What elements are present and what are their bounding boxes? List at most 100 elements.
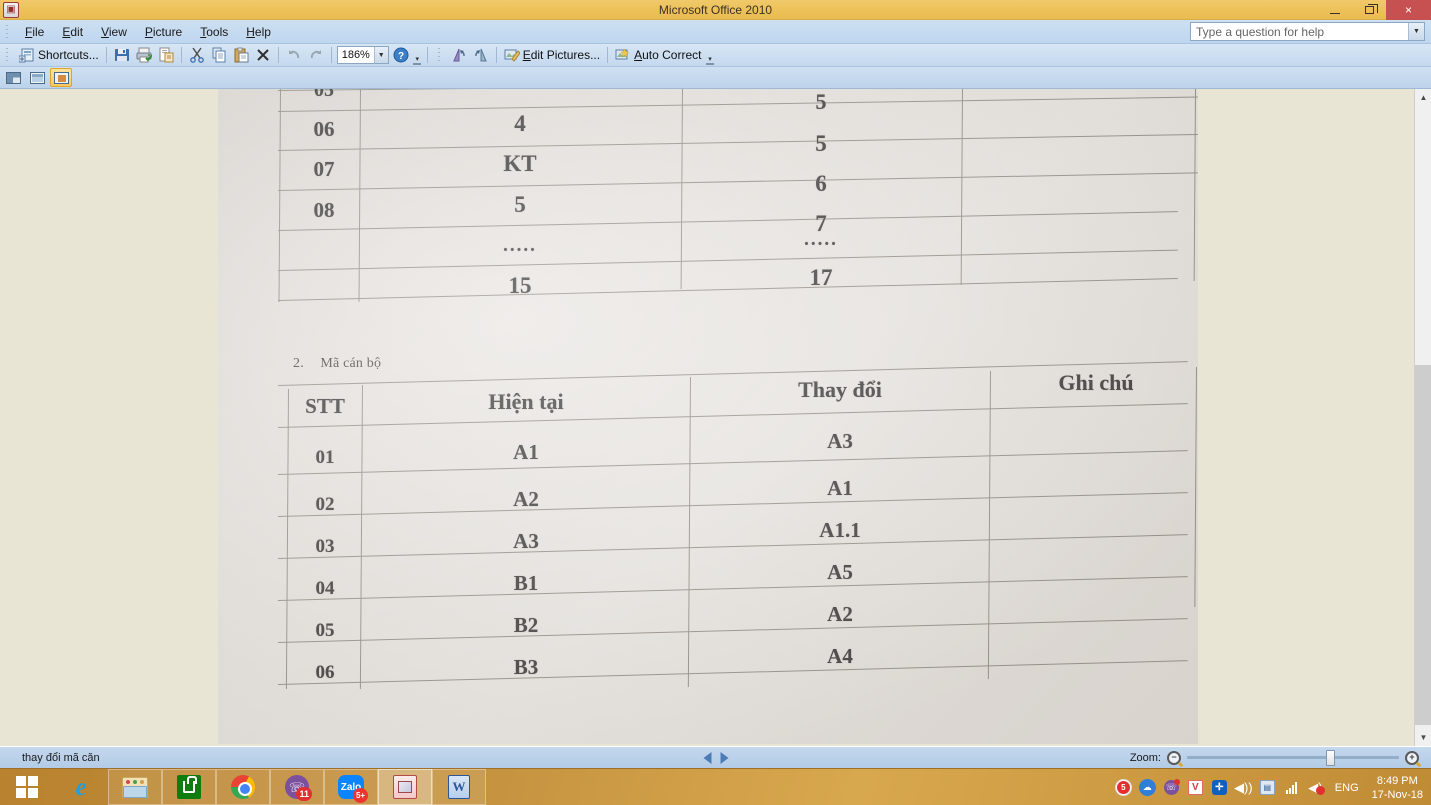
chevron-down-icon[interactable]: ▼ (373, 47, 388, 63)
tray-viber-icon[interactable]: ☏ (1163, 779, 1180, 796)
table-row: 6 (815, 171, 827, 196)
print-preview-button[interactable] (155, 45, 177, 66)
triangle-right-icon[interactable] (720, 751, 728, 764)
viber-icon: ☏ 11 (285, 775, 312, 801)
table-row: 5 (815, 89, 827, 114)
scrollbar-thumb[interactable] (1415, 365, 1431, 725)
copy-button[interactable] (208, 45, 230, 66)
menu-grip-handle[interactable] (3, 22, 12, 41)
delete-button[interactable] (252, 45, 274, 66)
tray-vsigner-icon[interactable]: V (1187, 779, 1204, 796)
tray-language-indicator[interactable]: ENG (1335, 782, 1359, 794)
menu-help-label: elp (254, 24, 271, 39)
taskbar-store[interactable] (162, 769, 216, 805)
section-2-number: 2. (293, 356, 304, 371)
taskbar-viber[interactable]: ☏ 11 (270, 769, 324, 805)
table-row: A5 (827, 560, 853, 584)
clock-time: 8:49 PM (1376, 774, 1418, 787)
taskbar-start-button[interactable] (0, 769, 54, 805)
zoom-label: Zoom: (1129, 751, 1161, 764)
rotate-right-button[interactable] (470, 45, 492, 66)
vertical-scrollbar[interactable]: ▲ ▼ (1414, 89, 1431, 746)
shortcuts-label: Shortcuts... (38, 48, 99, 62)
taskbar-file-explorer[interactable] (108, 769, 162, 805)
toolbar-separator (105, 47, 107, 63)
chevron-down-icon[interactable]: ▼ (1408, 23, 1424, 40)
taskbar-internet-explorer[interactable]: e (54, 769, 108, 805)
tray-network-icon[interactable] (1283, 779, 1300, 796)
table-row: A4 (827, 644, 853, 668)
minimize-button[interactable] (1318, 0, 1352, 20)
toolbar-overflow-icon[interactable]: ▾ (412, 45, 423, 65)
menu-edit-label: dit (70, 24, 84, 39)
table-row: 5 (514, 192, 526, 217)
tray-speaker-muted-icon[interactable]: ◀) (1307, 779, 1326, 796)
taskbar-office-picture-manager[interactable] (378, 769, 432, 805)
restore-button[interactable] (1352, 0, 1386, 20)
chevron-up-icon[interactable]: ▲ (1415, 89, 1431, 106)
edit-pictures-button[interactable]: Edit Pictures... (501, 45, 603, 66)
picture-canvas[interactable]: 05 5 06 4 5 07 KT 6 08 5 7 ..... ..... 1… (218, 89, 1198, 744)
microsoft-word-icon: W (448, 775, 470, 799)
close-button[interactable]: × (1386, 0, 1431, 20)
zalo-icon: Zalo 5+ (338, 775, 368, 803)
menu-picture[interactable]: Picture (136, 22, 191, 42)
zoom-slider-knob[interactable] (1326, 749, 1335, 766)
rotate-left-icon (451, 47, 467, 63)
table-row: KT (503, 151, 537, 176)
undo-icon (286, 47, 302, 63)
tray-bluetooth-icon[interactable]: ✛ (1211, 779, 1228, 796)
taskbar-clock[interactable]: 8:49 PM 17-Nov-18 (1372, 774, 1423, 802)
undo-button[interactable] (283, 45, 305, 66)
cut-button[interactable] (186, 45, 208, 66)
save-icon (114, 47, 130, 63)
zoom-slider[interactable] (1187, 749, 1399, 766)
menu-view[interactable]: View (92, 22, 136, 42)
picture-toolbar-grip-handle[interactable] (434, 46, 444, 64)
shortcuts-button[interactable]: Shortcuts... (16, 45, 102, 66)
single-picture-view-button[interactable] (50, 68, 72, 87)
paste-button[interactable] (230, 45, 252, 66)
redo-button[interactable] (305, 45, 327, 66)
zoom-in-glyph: + (1409, 752, 1415, 762)
table-header-cell: Hiện tại (488, 389, 564, 414)
toolbar-grip-handle[interactable] (3, 46, 12, 64)
zoom-out-glyph: − (1171, 752, 1177, 762)
auto-correct-button[interactable]: Auto Correct (612, 45, 704, 66)
zalo-badge: 5+ (353, 788, 368, 803)
help-question-box[interactable]: Type a question for help ▼ (1190, 22, 1425, 41)
help-question-input[interactable]: Type a question for help (1191, 25, 1408, 39)
menu-edit[interactable]: Edit (53, 22, 92, 42)
help-question-icon: ? (393, 47, 409, 63)
filmstrip-view-button[interactable] (26, 68, 48, 87)
zoom-level-combobox[interactable]: 186% ▼ (336, 46, 389, 64)
table-row: 15 (508, 273, 532, 298)
rotate-left-button[interactable] (448, 45, 470, 66)
save-button[interactable] (111, 45, 133, 66)
tray-volume-icon[interactable]: ◀)) (1234, 779, 1253, 796)
help-button[interactable]: ? (390, 45, 412, 66)
menu-tools[interactable]: Tools (191, 22, 237, 42)
triangle-left-icon[interactable] (703, 751, 711, 764)
taskbar-chrome[interactable] (216, 769, 270, 805)
menu-help[interactable]: Help (237, 22, 280, 42)
table-row: A1 (513, 440, 539, 464)
zoom-level-value: 186% (341, 49, 370, 61)
taskbar-word[interactable]: W (432, 769, 486, 805)
picture-toolbar-overflow-icon[interactable]: ▾ (704, 45, 715, 65)
menu-file[interactable]: File (16, 22, 53, 42)
thumbnail-view-icon (5, 71, 21, 84)
zoom-in-icon[interactable]: + (1405, 750, 1419, 765)
taskbar-zalo[interactable]: Zalo 5+ (324, 769, 378, 805)
status-bar: thay đổi mã căn Zoom: − + (0, 746, 1431, 768)
print-button[interactable] (133, 45, 155, 66)
tray-onedrive-icon[interactable]: ☁ (1138, 779, 1156, 796)
tray-action-center-icon[interactable]: ▤ (1259, 779, 1276, 796)
zoom-out-icon[interactable]: − (1167, 750, 1181, 765)
table-row: 04 (315, 578, 335, 599)
toolbar-separator (330, 47, 332, 63)
tray-unikey-icon[interactable]: 5 (1114, 779, 1132, 796)
zoom-slider-track (1187, 756, 1399, 759)
thumbnail-view-button[interactable] (2, 68, 24, 87)
chevron-down-icon[interactable]: ▼ (1415, 729, 1431, 746)
